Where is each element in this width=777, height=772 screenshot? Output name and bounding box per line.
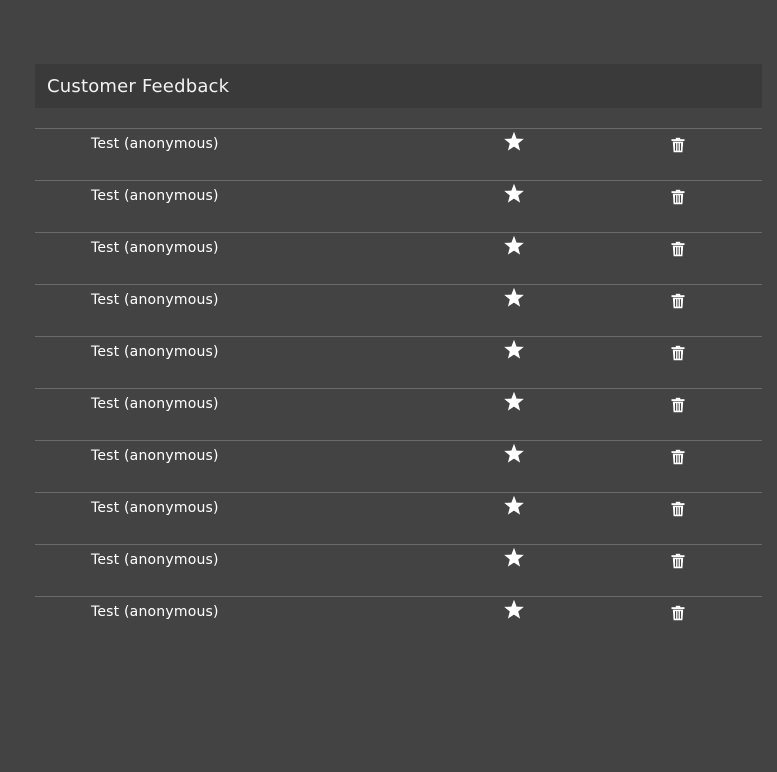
feedback-author-label: Test (anonymous): [91, 448, 219, 464]
feedback-author-label: Test (anonymous): [91, 188, 219, 204]
feedback-author-label: Test (anonymous): [91, 240, 219, 256]
trash-icon[interactable]: [670, 241, 686, 257]
feedback-author-label: Test (anonymous): [91, 552, 219, 568]
trash-icon[interactable]: [670, 137, 686, 153]
feedback-author-label: Test (anonymous): [91, 604, 219, 620]
list-item: Test (anonymous): [35, 180, 762, 232]
list-item: Test (anonymous): [35, 336, 762, 388]
list-item: Test (anonymous): [35, 440, 762, 492]
star-icon[interactable]: [502, 390, 526, 414]
trash-icon[interactable]: [670, 449, 686, 465]
trash-icon[interactable]: [670, 605, 686, 621]
star-icon[interactable]: [502, 286, 526, 310]
star-icon[interactable]: [502, 130, 526, 154]
trash-icon[interactable]: [670, 501, 686, 517]
page-title: Customer Feedback: [47, 75, 230, 97]
feedback-author-label: Test (anonymous): [91, 344, 219, 360]
star-icon[interactable]: [502, 598, 526, 622]
star-icon[interactable]: [502, 234, 526, 258]
feedback-author-label: Test (anonymous): [91, 136, 219, 152]
feedback-author-label: Test (anonymous): [91, 292, 219, 308]
list-item: Test (anonymous): [35, 492, 762, 544]
star-icon[interactable]: [502, 494, 526, 518]
feedback-list: Test (anonymous) Test (anonymous) Test (…: [35, 128, 762, 648]
feedback-panel: Customer Feedback Test (anonymous) Test …: [35, 64, 762, 664]
list-item: Test (anonymous): [35, 596, 762, 648]
panel-header: Customer Feedback: [35, 64, 762, 108]
list-item: Test (anonymous): [35, 388, 762, 440]
star-icon[interactable]: [502, 546, 526, 570]
list-item: Test (anonymous): [35, 128, 762, 180]
list-item: Test (anonymous): [35, 284, 762, 336]
feedback-author-label: Test (anonymous): [91, 500, 219, 516]
star-icon[interactable]: [502, 182, 526, 206]
feedback-author-label: Test (anonymous): [91, 396, 219, 412]
star-icon[interactable]: [502, 442, 526, 466]
trash-icon[interactable]: [670, 345, 686, 361]
trash-icon[interactable]: [670, 189, 686, 205]
list-item: Test (anonymous): [35, 544, 762, 596]
trash-icon[interactable]: [670, 397, 686, 413]
trash-icon[interactable]: [670, 553, 686, 569]
list-item: Test (anonymous): [35, 232, 762, 284]
trash-icon[interactable]: [670, 293, 686, 309]
star-icon[interactable]: [502, 338, 526, 362]
